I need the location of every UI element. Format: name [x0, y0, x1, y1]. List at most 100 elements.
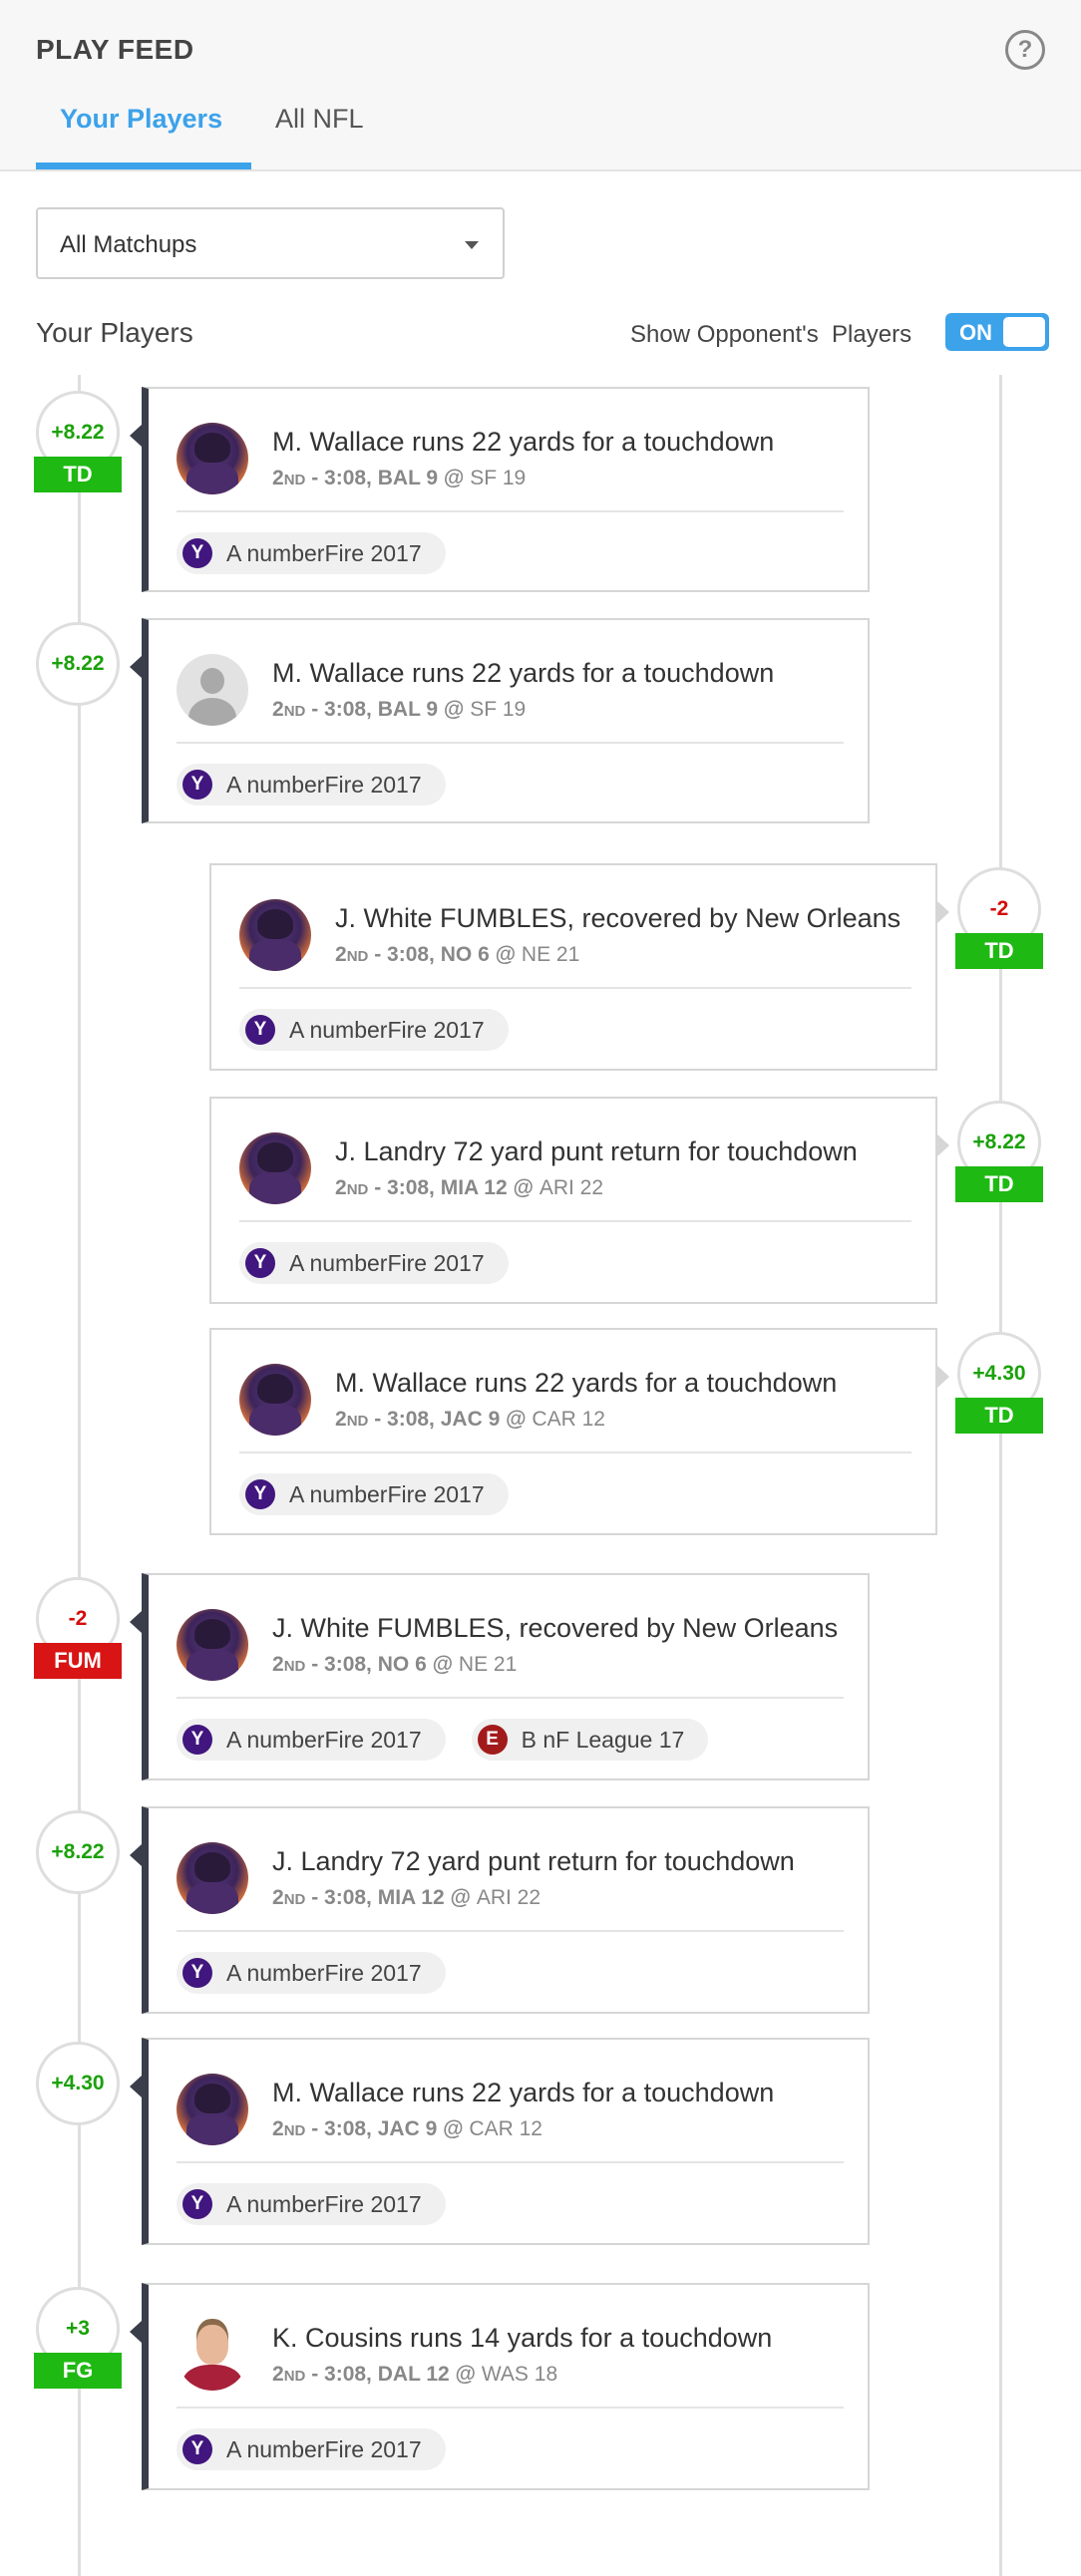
play-card[interactable]: M. Wallace runs 22 yards for a touchdown…: [130, 387, 870, 592]
play-meta: 2ND - 3:08, MIA 12 @ ARI 22: [335, 1176, 603, 1200]
player-avatar: [177, 654, 248, 726]
play-card[interactable]: J. Landry 72 yard punt return for touchd…: [130, 1806, 870, 2014]
at-separator: @: [426, 1653, 459, 1676]
play-meta: 2ND - 3:08, BAL 9 @ SF 19: [272, 467, 526, 490]
points-badge: +4.30: [36, 2042, 120, 2125]
play-clock: - 3:08,: [368, 1408, 441, 1431]
team-a: JAC 9: [377, 2117, 438, 2140]
team-b: SF 19: [470, 467, 527, 489]
opponent-timeline-line: [999, 375, 1002, 2576]
card-pointer: [937, 1366, 949, 1388]
play-clock: - 3:08,: [305, 1653, 378, 1676]
player-avatar: [239, 1364, 311, 1436]
play-feed-header: PLAY FEED ? Your Players All NFL: [0, 0, 1081, 171]
league-pill[interactable]: Y A numberFire 2017: [177, 764, 446, 805]
player-avatar: [239, 1132, 311, 1204]
league-name: A numberFire 2017: [289, 1016, 485, 1043]
play-clock: - 3:08,: [305, 698, 378, 721]
league-pill[interactable]: Y A numberFire 2017: [177, 2428, 446, 2470]
yahoo-league-icon: Y: [182, 2189, 212, 2219]
tab-all-nfl[interactable]: All NFL: [275, 104, 364, 135]
points-badge: +8.22: [36, 1810, 120, 1894]
card-pointer: [130, 425, 142, 447]
yahoo-league-icon: Y: [182, 1725, 212, 1755]
tab-your-players[interactable]: Your Players: [60, 104, 222, 135]
at-separator: @: [438, 467, 471, 489]
play-card[interactable]: J. Landry 72 yard punt return for touchd…: [209, 1097, 949, 1304]
play-quarter: 2ND: [272, 467, 306, 489]
at-separator: @: [489, 943, 522, 966]
play-clock: - 3:08,: [368, 943, 441, 966]
section-label: Your Players: [36, 317, 193, 348]
league-pill[interactable]: Y A numberFire 2017: [177, 532, 446, 574]
team-b: ARI 22: [539, 1176, 604, 1199]
team-b: CAR 12: [469, 2117, 542, 2140]
play-quarter: 2ND: [272, 2117, 306, 2140]
at-separator: @: [449, 2363, 482, 2386]
play-card[interactable]: M. Wallace runs 22 yards for a touchdown…: [209, 1328, 949, 1535]
at-separator: @: [507, 1176, 540, 1199]
card-divider: [239, 1220, 911, 1222]
matchup-select-value: All Matchups: [60, 231, 197, 258]
help-icon[interactable]: ?: [1005, 30, 1045, 70]
league-name: A numberFire 2017: [226, 2190, 422, 2217]
play-type-tag: FUM: [34, 1643, 122, 1679]
league-pill[interactable]: Y A numberFire 2017: [239, 1473, 509, 1515]
league-pill[interactable]: Y A numberFire 2017: [177, 2183, 446, 2225]
play-headline: M. Wallace runs 22 yards for a touchdown: [272, 2078, 775, 2107]
yahoo-league-icon: Y: [245, 1248, 275, 1278]
toggle-state: ON: [959, 320, 992, 345]
play-card[interactable]: J. White FUMBLES, recovered by New Orlea…: [209, 863, 949, 1071]
play-quarter: 2ND: [335, 943, 369, 966]
league-pill[interactable]: Y A numberFire 2017: [177, 1952, 446, 1994]
play-headline: M. Wallace runs 22 yards for a touchdown: [272, 658, 775, 688]
matchup-select[interactable]: All Matchups: [36, 207, 505, 279]
play-card[interactable]: M. Wallace runs 22 yards for a touchdown…: [130, 2038, 870, 2245]
team-b: SF 19: [470, 698, 527, 721]
play-card[interactable]: M. Wallace runs 22 yards for a touchdown…: [130, 618, 870, 823]
play-card[interactable]: K. Cousins runs 14 yards for a touchdown…: [130, 2283, 870, 2490]
card-pointer: [130, 2321, 142, 2343]
league-pill[interactable]: Y A numberFire 2017: [239, 1242, 509, 1284]
points-badge: +8.22: [36, 622, 120, 706]
card-divider: [239, 1451, 911, 1453]
play-card[interactable]: J. White FUMBLES, recovered by New Orlea…: [130, 1573, 870, 1780]
team-b: WAS 18: [481, 2363, 558, 2386]
team-a: JAC 9: [440, 1408, 501, 1431]
play-headline: J. White FUMBLES, recovered by New Orlea…: [272, 1613, 839, 1643]
league-pill[interactable]: Y A numberFire 2017: [239, 1009, 509, 1051]
league-name: A numberFire 2017: [226, 771, 422, 798]
league-name: A numberFire 2017: [289, 1249, 485, 1276]
team-a: NO 6: [377, 1653, 427, 1676]
league-name: A numberFire 2017: [226, 539, 422, 566]
play-meta: 2ND - 3:08, NO 6 @ NE 21: [272, 1653, 517, 1677]
play-clock: - 3:08,: [305, 467, 378, 489]
play-type-tag: FG: [34, 2353, 122, 2389]
yahoo-league-icon: Y: [182, 1958, 212, 1988]
play-quarter: 2ND: [335, 1408, 369, 1431]
league-pill[interactable]: E B nF League 17: [471, 1719, 709, 1761]
team-b: NE 21: [458, 1653, 518, 1676]
play-type-tag: TD: [955, 1166, 1043, 1202]
opponent-toggle[interactable]: ON: [945, 313, 1049, 351]
yahoo-league-icon: Y: [182, 538, 212, 568]
league-list: Y A numberFire 2017: [177, 2183, 446, 2225]
yahoo-league-icon: Y: [182, 770, 212, 800]
team-b: ARI 22: [476, 1886, 541, 1909]
play-headline: J. Landry 72 yard punt return for touchd…: [272, 1846, 795, 1876]
play-headline: J. Landry 72 yard punt return for touchd…: [335, 1136, 858, 1166]
yahoo-league-icon: Y: [245, 1479, 275, 1509]
card-divider: [177, 1697, 844, 1699]
league-pill[interactable]: Y A numberFire 2017: [177, 1719, 446, 1761]
espn-league-icon: E: [477, 1725, 508, 1755]
league-list: Y A numberFire 2017: [177, 1952, 446, 1994]
play-headline: M. Wallace runs 22 yards for a touchdown: [272, 427, 775, 457]
play-quarter: 2ND: [272, 698, 306, 721]
page-title: PLAY FEED: [36, 34, 194, 65]
card-divider: [177, 510, 844, 512]
card-divider: [177, 2407, 844, 2409]
at-separator: @: [438, 698, 471, 721]
card-pointer: [130, 2076, 142, 2097]
card-divider: [177, 2161, 844, 2163]
card-divider: [177, 742, 844, 744]
